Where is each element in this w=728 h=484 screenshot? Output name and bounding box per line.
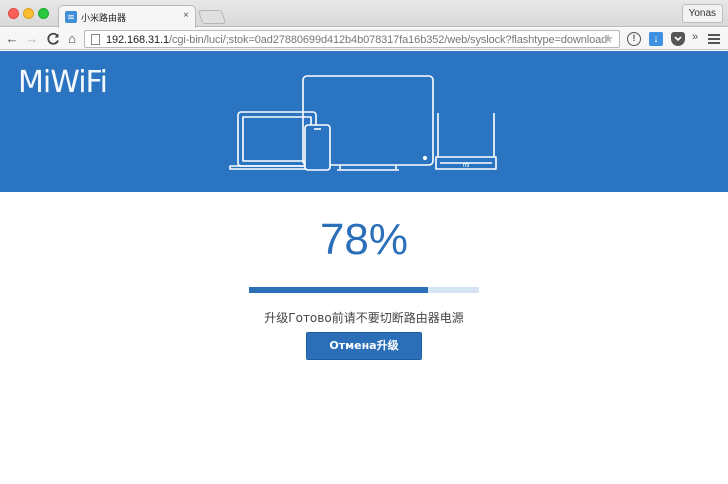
back-icon[interactable]: ← — [4, 30, 20, 48]
progress-bar-fill — [249, 287, 429, 293]
tab-title: 小米路由器 — [81, 14, 127, 24]
download-extension-icon[interactable]: ↓ — [649, 32, 663, 46]
progress-bar — [249, 287, 479, 293]
url-host: 192.168.31.1 — [106, 34, 170, 46]
url-path: /cgi-bin/luci/;stok=0ad27880699d412b4b07… — [169, 34, 608, 46]
router-brand-mark: mi — [463, 163, 469, 169]
cancel-upgrade-button[interactable]: Отмена升级 — [306, 332, 422, 360]
status-message: 升级Готово前请不要切断路由器电源 — [264, 311, 464, 325]
progress-percent: 78% — [319, 215, 409, 264]
devices-illustration-icon: mi — [229, 75, 497, 171]
home-icon[interactable]: ⌂ — [64, 30, 80, 48]
forward-icon[interactable]: → — [24, 30, 40, 48]
profile-button[interactable]: Yonas — [681, 4, 723, 23]
info-extension-icon[interactable]: ! — [627, 32, 641, 46]
bookmark-star-icon[interactable]: ★ — [602, 31, 614, 47]
phone-icon — [304, 124, 331, 171]
browser-menu-icon[interactable] — [708, 34, 720, 44]
tab-strip: ≋ 小米路由器 × Yonas — [0, 0, 728, 28]
pocket-extension-icon[interactable] — [671, 32, 685, 46]
window-maximize-button[interactable] — [38, 8, 49, 19]
address-bar[interactable]: 192.168.31.1/cgi-bin/luci/;stok=0ad27880… — [84, 30, 620, 48]
new-tab-button[interactable] — [197, 10, 227, 24]
url-text[interactable]: 192.168.31.1/cgi-bin/luci/;stok=0ad27880… — [106, 33, 607, 47]
reload-icon[interactable] — [45, 30, 61, 48]
hero-banner: MiWiFi mi — [0, 51, 728, 192]
window-close-button[interactable] — [8, 8, 19, 19]
page-icon — [91, 34, 100, 45]
browser-toolbar: ← → ⌂ 192.168.31.1/cgi-bin/luci/;stok=0a… — [0, 28, 728, 50]
window-minimize-button[interactable] — [23, 8, 34, 19]
wifi-favicon-icon: ≋ — [65, 11, 77, 23]
more-extensions-icon[interactable]: » — [692, 31, 706, 45]
tab-close-icon[interactable]: × — [183, 10, 189, 21]
browser-tab[interactable]: ≋ 小米路由器 × — [58, 5, 196, 28]
